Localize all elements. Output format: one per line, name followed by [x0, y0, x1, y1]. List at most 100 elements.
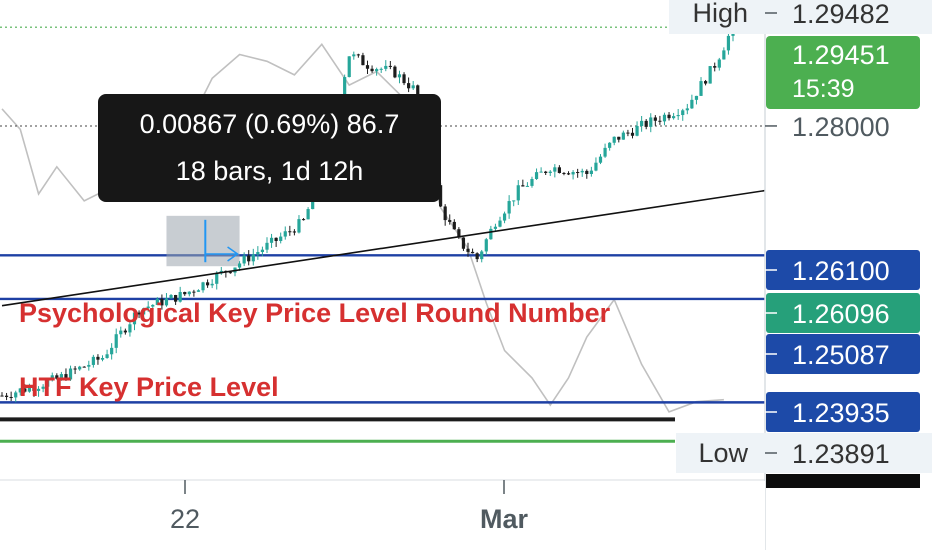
candle — [594, 157, 598, 172]
candle — [100, 355, 105, 362]
candle-body — [489, 228, 493, 240]
candle — [662, 112, 667, 126]
candle — [516, 180, 520, 205]
candle-body — [356, 54, 360, 56]
candle — [443, 204, 447, 226]
candle-body — [630, 132, 635, 136]
candle-body — [411, 85, 415, 89]
candle — [269, 233, 274, 248]
candle — [0, 392, 4, 397]
candle — [653, 115, 657, 126]
price-tag-label: 1.26096 — [792, 299, 890, 329]
candle — [461, 237, 466, 251]
candle-body — [626, 132, 630, 134]
time-tick-label: 22 — [170, 504, 200, 534]
candle — [96, 354, 100, 365]
candle — [196, 289, 201, 292]
candle — [274, 237, 278, 247]
candle-body — [183, 292, 187, 295]
candle-body — [297, 219, 301, 233]
candle-body — [498, 220, 502, 227]
candle — [306, 207, 310, 220]
candle-body — [242, 255, 246, 264]
candle — [608, 142, 612, 151]
candle — [566, 171, 571, 176]
candle-body — [484, 239, 488, 252]
candle — [699, 77, 703, 96]
candle-body — [580, 170, 584, 173]
candle — [649, 113, 653, 133]
candle-body — [347, 56, 351, 78]
candle — [14, 390, 18, 403]
candle — [411, 81, 415, 91]
price-tag-label: 1.26100 — [792, 256, 890, 286]
candle — [210, 279, 214, 289]
candle-body — [407, 83, 411, 89]
candle-body — [516, 185, 520, 201]
measure-range-box — [166, 215, 240, 267]
candle-body — [676, 115, 680, 117]
candle-body — [521, 185, 525, 187]
candle — [288, 225, 292, 236]
candle — [352, 51, 356, 60]
candle — [475, 252, 479, 263]
candle — [256, 246, 260, 260]
candle-body — [553, 167, 557, 172]
candle — [407, 77, 411, 93]
candle-body — [0, 395, 4, 397]
candle — [548, 170, 552, 177]
candle-body — [548, 171, 552, 173]
candle — [292, 229, 296, 236]
candle — [192, 289, 196, 297]
price-axis[interactable]: 22 Mar 1.28000 High 1.29482 1.29451 15:39 1.261… — [0, 0, 932, 550]
candle — [301, 218, 306, 221]
candle-body — [703, 81, 708, 84]
candle — [626, 129, 630, 137]
candle — [672, 112, 676, 120]
candle — [247, 250, 251, 266]
candle-body — [256, 252, 260, 255]
candle-body — [393, 66, 397, 78]
candle-body — [301, 219, 306, 221]
candle-body — [672, 116, 676, 119]
candle — [183, 291, 187, 296]
candle-body — [379, 68, 383, 70]
candle-body — [612, 136, 616, 143]
candle — [384, 60, 388, 72]
bar-countdown: 15:39 — [792, 75, 855, 103]
price-chart[interactable]: 22 Mar 1.28000 High 1.29482 1.29451 15:39 1.261… — [0, 0, 932, 550]
candle — [694, 95, 699, 105]
candle — [530, 176, 534, 188]
candle-body — [640, 120, 644, 127]
candle-body — [726, 35, 731, 51]
candle — [589, 166, 593, 177]
candle-body — [205, 282, 210, 286]
candle-body — [292, 231, 296, 233]
candle — [667, 112, 671, 121]
candle-body — [621, 132, 625, 140]
candle-body — [397, 74, 402, 78]
candle-body — [96, 356, 100, 360]
candle — [105, 349, 109, 359]
candle — [393, 65, 397, 79]
candle-body — [110, 347, 114, 355]
candle-body — [402, 74, 406, 84]
candle — [713, 62, 717, 72]
candle-body — [452, 221, 456, 230]
price-tick-label: 1.28000 — [792, 112, 890, 142]
candle-body — [105, 354, 109, 358]
candle — [114, 328, 118, 354]
candle — [402, 72, 406, 86]
candle-body — [493, 226, 498, 229]
candle — [370, 65, 374, 73]
candle — [630, 127, 635, 139]
candle — [484, 237, 488, 256]
candle — [233, 267, 237, 277]
candle-body — [251, 254, 255, 262]
candle — [544, 170, 548, 175]
candle — [397, 70, 402, 84]
candle-body — [443, 206, 447, 221]
candle — [717, 57, 721, 71]
candle-body — [717, 59, 721, 68]
candle — [525, 182, 530, 187]
